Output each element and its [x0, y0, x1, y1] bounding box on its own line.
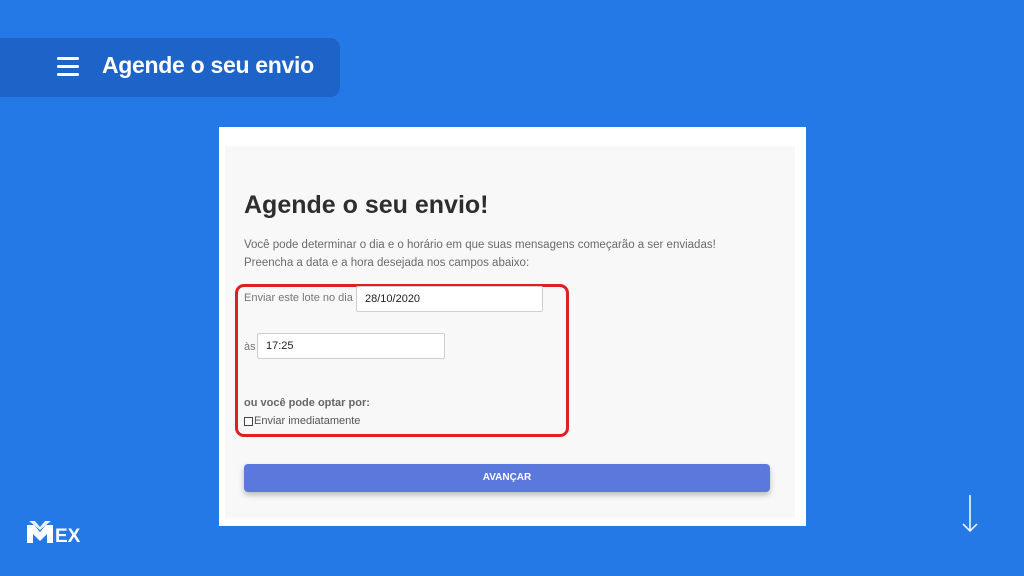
time-input[interactable]: 17:25 — [257, 333, 445, 359]
send-now-option[interactable]: Enviar imediatamente — [244, 415, 360, 427]
form-description: Você pode determinar o dia e o horário e… — [244, 239, 716, 269]
advance-button[interactable]: AVANÇAR — [244, 464, 770, 492]
form-screenshot: Agende o seu envio! Você pode determinar… — [219, 127, 806, 526]
arrow-down-icon[interactable] — [960, 494, 980, 534]
date-input[interactable]: 28/10/2020 — [356, 286, 543, 312]
form-card: Agende o seu envio! Você pode determinar… — [225, 146, 795, 518]
form-title: Agende o seu envio! — [244, 191, 489, 219]
hamburger-menu-icon[interactable] — [57, 57, 79, 77]
mex-logo: EX — [27, 521, 81, 545]
logo-text: EX — [55, 526, 81, 545]
or-label: ou você pode optar por: — [244, 397, 370, 409]
time-label: às — [244, 341, 256, 353]
header-title: Agende o seu envio — [102, 52, 314, 78]
send-now-label: Enviar imediatamente — [254, 415, 361, 427]
date-label: Enviar este lote no dia — [244, 292, 353, 304]
send-now-checkbox[interactable] — [244, 416, 253, 426]
